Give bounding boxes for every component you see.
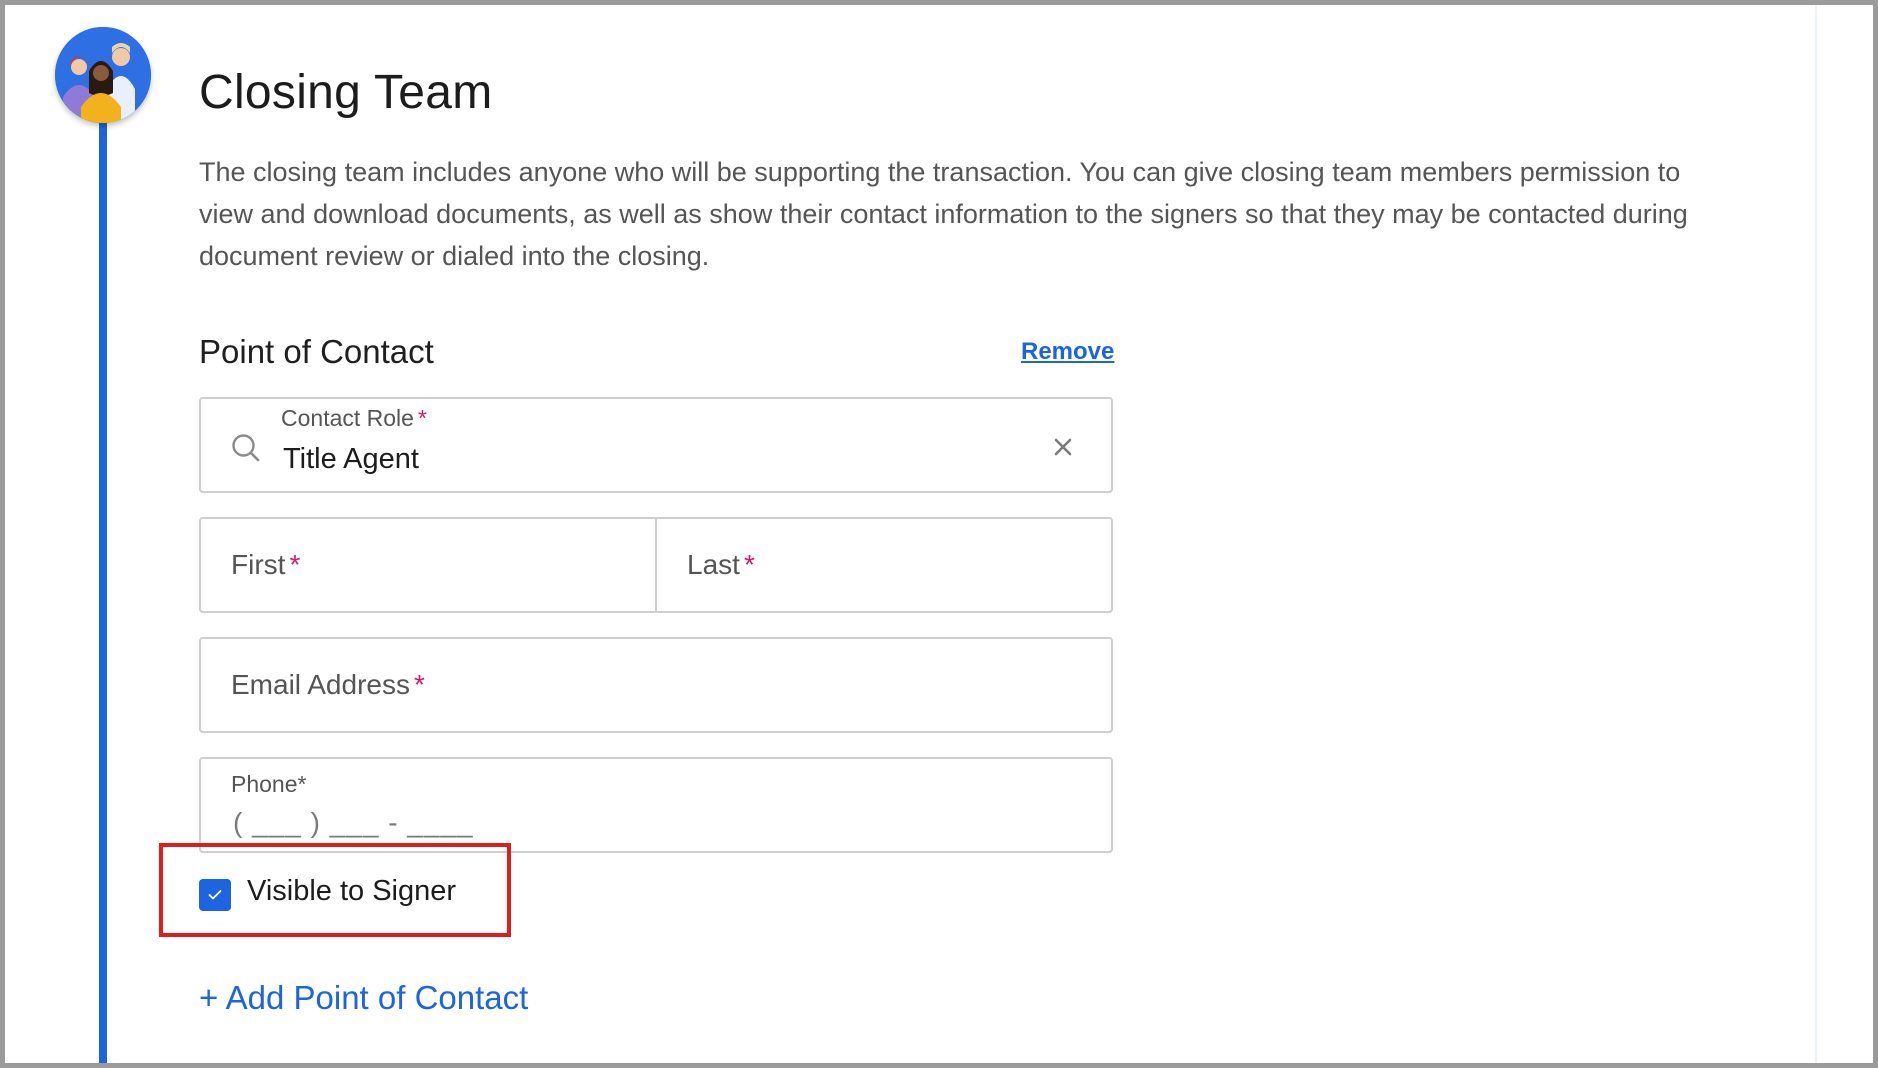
timeline-line [99,105,107,1063]
phone-label: Phone* [231,771,307,797]
name-fields-row: First * Last * [199,517,1113,613]
clear-icon[interactable] [1051,435,1075,459]
point-of-contact-title: Point of Contact [199,333,434,370]
email-placeholder: Email Address * [231,669,425,700]
first-name-placeholder: First * [231,549,301,580]
page-frame: Closing Team The closing team includes a… [0,0,1878,1068]
checkmark-icon [208,890,222,900]
phone-field[interactable]: Phone* ( ___ ) ___ - ____ [199,757,1113,853]
visible-to-signer-label[interactable]: Visible to Signer [247,875,456,908]
required-mark: * [413,669,425,700]
closing-team-avatar-icon [55,27,151,123]
last-name-placeholder: Last * [687,549,755,580]
search-icon [231,433,261,463]
remove-link[interactable]: Remove [1021,338,1114,366]
right-divider [1815,5,1817,1063]
page-title: Closing Team [199,66,493,119]
required-mark: * [743,549,755,580]
email-field[interactable]: Email Address * [199,637,1113,733]
phone-mask: ( ___ ) ___ - ____ [233,807,474,838]
required-mark: * [289,549,301,580]
add-point-of-contact-link[interactable]: + Add Point of Contact [199,979,528,1017]
last-name-field[interactable]: Last * [657,519,1111,611]
first-name-field[interactable]: First * [201,519,657,611]
contact-role-field[interactable]: Contact Role * Title Agent [199,397,1113,493]
visible-to-signer-checkbox[interactable] [199,879,231,911]
contact-role-value: Title Agent [283,443,419,475]
required-mark: * [417,405,427,431]
section-description: The closing team includes anyone who wil… [199,157,1688,271]
contact-role-label: Contact Role * [281,405,427,431]
